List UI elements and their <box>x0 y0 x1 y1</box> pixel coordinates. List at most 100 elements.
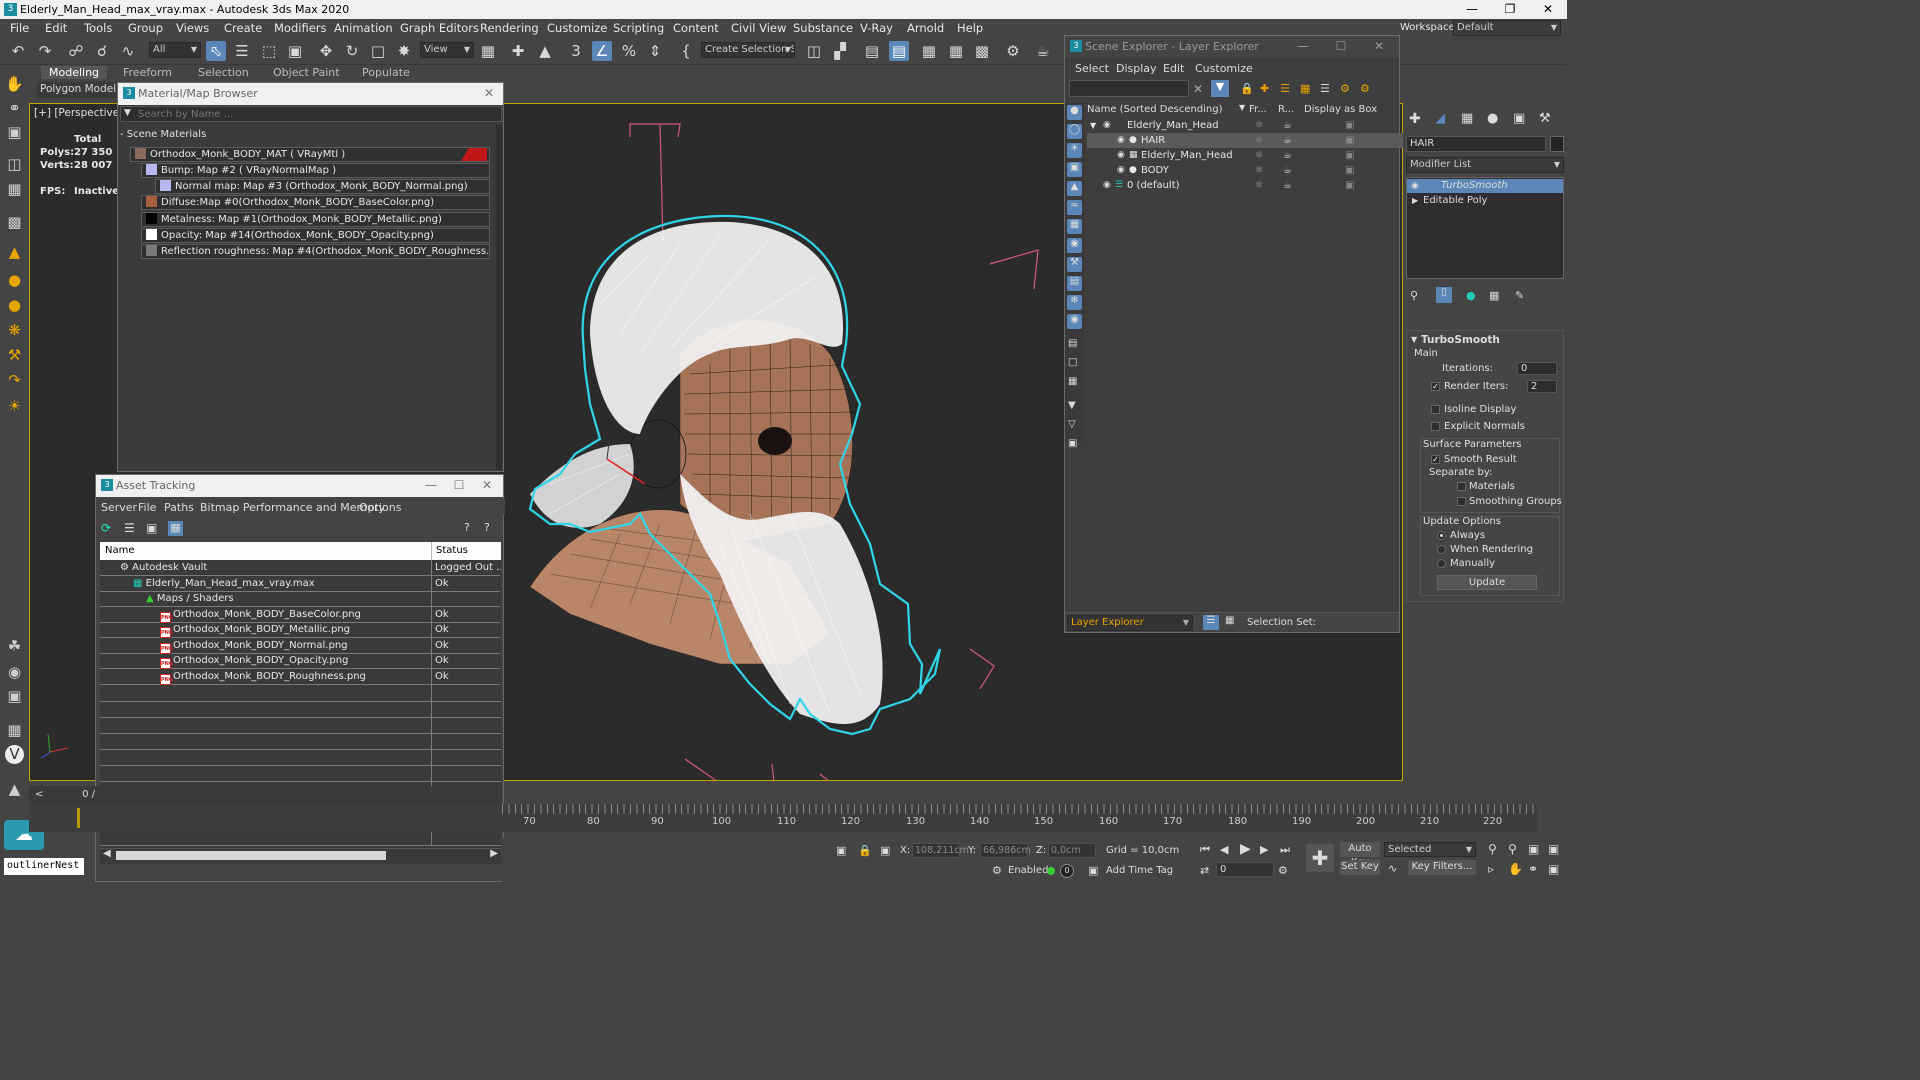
material-row[interactable]: Orthodox_Monk_BODY_MAT ( VRayMtl ) <box>130 147 490 162</box>
spacewarp-filter-icon[interactable]: ≈ <box>1067 200 1082 215</box>
play-icon[interactable]: ▶ <box>1240 841 1251 857</box>
enabled-indicator[interactable] <box>1047 867 1055 875</box>
walk-icon[interactable]: ✋ <box>1508 862 1523 876</box>
help-icon[interactable]: ? <box>464 521 470 534</box>
visibility-icon[interactable]: ◉ <box>1117 148 1125 163</box>
explorer-menu-edit[interactable]: Edit <box>1163 62 1184 75</box>
helper-filter-icon[interactable]: ▲ <box>1067 181 1082 196</box>
box-icon[interactable]: ▣ <box>1345 178 1354 193</box>
fov-icon[interactable]: ▹ <box>1488 862 1494 876</box>
modify-tab-icon[interactable]: ◢ <box>1435 111 1453 129</box>
link-icon[interactable]: ☍ <box>66 41 86 61</box>
menu-modifiers[interactable]: Modifiers <box>274 21 327 35</box>
z-coord-field[interactable]: 0,0cm <box>1048 843 1096 858</box>
filter-funnel-alt-icon[interactable]: ▽ <box>1068 419 1076 430</box>
asset-row[interactable]: PNGOrthodox_Monk_BODY_Roughness.png Ok <box>100 670 500 685</box>
sun-icon[interactable]: ☀ <box>5 397 24 416</box>
next-key-icon[interactable]: ▶ <box>1260 843 1268 856</box>
render-iters-checkbox[interactable]: ✓ <box>1431 382 1440 391</box>
adaptive-icon[interactable]: ⚙ <box>992 864 1002 877</box>
expand-icon[interactable]: ▶ <box>1412 194 1418 208</box>
schematic-view-icon[interactable]: ▦ <box>946 41 966 61</box>
maximize-button[interactable]: ❐ <box>1496 1 1524 17</box>
asset-menu-options[interactable]: Options <box>359 501 401 514</box>
highlight-icon[interactable]: ⚙ <box>1360 82 1370 95</box>
material-browser-close[interactable]: ✕ <box>479 86 499 100</box>
hook-icon[interactable]: ↷ <box>5 371 24 390</box>
zoom-all-icon[interactable]: ⚲ <box>1508 842 1517 856</box>
scroll-left-icon[interactable]: ◀ <box>103 848 111 859</box>
geometry-filter-icon[interactable]: ● <box>1067 105 1082 120</box>
reference-coord-dropdown[interactable]: View ▼ <box>420 42 474 58</box>
selection-lock-icon[interactable]: 🔒 <box>858 844 872 857</box>
manually-radio[interactable] <box>1437 559 1446 568</box>
bind-spacewarp-icon[interactable]: ∿ <box>118 41 138 61</box>
asset-menu-file[interactable]: File <box>138 501 156 514</box>
object-color-swatch[interactable] <box>1550 136 1564 152</box>
explicit-normals-checkbox[interactable] <box>1431 422 1440 431</box>
scale-icon[interactable]: □ <box>368 41 388 61</box>
goto-start-icon[interactable]: ⏮ <box>1200 843 1210 857</box>
menu-file[interactable]: File <box>10 21 29 35</box>
col-name-sorted[interactable]: Name (Sorted Descending) <box>1087 104 1223 115</box>
material-browser-scrollbar[interactable] <box>496 125 502 470</box>
thumbnail-icon[interactable]: ▣ <box>146 521 157 535</box>
menu-customize[interactable]: Customize <box>547 21 607 35</box>
stack-item-turbosmooth[interactable]: ◉ TurboSmooth <box>1407 179 1563 193</box>
expand-icon[interactable]: ▼ <box>1090 118 1096 133</box>
material-row[interactable]: Diffuse:Map #0(Orthodox_Monk_BODY_BaseCo… <box>141 195 490 210</box>
container-icon[interactable]: ◫ <box>5 155 24 174</box>
vray-icon[interactable]: V <box>5 745 24 764</box>
helmet-icon[interactable]: ● <box>5 271 24 290</box>
menu-graph-editors[interactable]: Graph Editors <box>400 21 479 35</box>
box-icon[interactable]: ▣ <box>1345 118 1354 133</box>
material-row[interactable]: Bump: Map #2 ( VRayNormalMap ) <box>141 163 490 178</box>
tab-populate[interactable]: Populate <box>362 66 410 79</box>
time-config-icon[interactable]: ⚙ <box>1278 864 1288 877</box>
move-icon[interactable]: ✥ <box>316 41 336 61</box>
visibility-icon[interactable]: ◉ <box>1103 118 1111 133</box>
table-view-icon[interactable]: ▦ <box>168 521 183 536</box>
rect-selection-icon[interactable]: ⬚ <box>259 41 279 61</box>
eye-icon[interactable]: ◉ <box>1411 179 1419 193</box>
orbit-icon[interactable]: ⚭ <box>5 99 24 118</box>
asset-row[interactable]: ▦ Elderly_Man_Head_max_vray.max Ok <box>100 577 500 592</box>
key-mode-icon[interactable]: ⇄ <box>1200 864 1209 877</box>
brush-icon[interactable]: ▲ <box>5 243 24 262</box>
tree-icon[interactable]: ▲ <box>5 780 24 799</box>
orbit-nav-icon[interactable]: ⚭ <box>1528 862 1538 876</box>
time-slider[interactable]: < 0 / <box>29 786 502 806</box>
asset-menu-bitmap[interactable]: Bitmap Performance and Memory <box>200 501 385 514</box>
explorer-type-dropdown[interactable]: Layer Explorer ▼ <box>1067 615 1193 631</box>
menu-scripting[interactable]: Scripting <box>613 21 664 35</box>
new-layer-icon[interactable]: ✚ <box>1260 82 1269 95</box>
display-none-icon[interactable]: □ <box>1068 357 1077 368</box>
iterations-spinner[interactable]: 0 <box>1517 362 1557 375</box>
explorer-search-input[interactable] <box>1069 80 1189 97</box>
filter-icon[interactable]: ▼ <box>1211 80 1229 97</box>
absolute-mode-icon[interactable]: ▣ <box>880 844 890 857</box>
materials-checkbox[interactable] <box>1457 482 1466 491</box>
scroll-right-icon[interactable]: ▶ <box>490 848 498 859</box>
tool-icon[interactable]: ⚒ <box>5 346 24 365</box>
key-set-dropdown[interactable]: Selected ▼ <box>1384 842 1476 857</box>
invert-display-icon[interactable]: ▦ <box>1068 376 1077 387</box>
isolate-icon[interactable]: ▣ <box>836 844 846 857</box>
remove-modifier-icon[interactable]: ▦ <box>1489 289 1499 302</box>
current-frame-field[interactable]: 0 <box>1216 862 1274 877</box>
freeze-icon[interactable]: ❄ <box>1255 133 1263 148</box>
visibility-icon[interactable]: ◉ <box>1117 133 1125 148</box>
asset-close[interactable]: ✕ <box>477 478 497 492</box>
mirror-icon[interactable]: ◫ <box>804 41 824 61</box>
explorer-menu-select[interactable]: Select <box>1075 62 1109 75</box>
material-row[interactable]: Metalness: Map #1(Orthodox_Monk_BODY_Met… <box>141 212 490 227</box>
tab-freeform[interactable]: Freeform <box>123 66 172 79</box>
object-name-field[interactable]: HAIR <box>1406 136 1546 152</box>
snaps-toggle-icon[interactable]: 3 <box>566 41 586 61</box>
layer-row[interactable]: ◉ ● HAIR ❄ ☕ ▣ <box>1087 133 1420 148</box>
asset-minimize[interactable]: — <box>421 478 441 492</box>
asset-hscrollbar[interactable]: ◀ ▶ <box>100 848 501 862</box>
light-filter-icon[interactable]: ☀ <box>1067 143 1082 158</box>
selection-filter-dropdown[interactable]: All ▼ <box>149 42 201 58</box>
toggle-scene-explorer-icon[interactable]: ▤ <box>862 41 882 61</box>
